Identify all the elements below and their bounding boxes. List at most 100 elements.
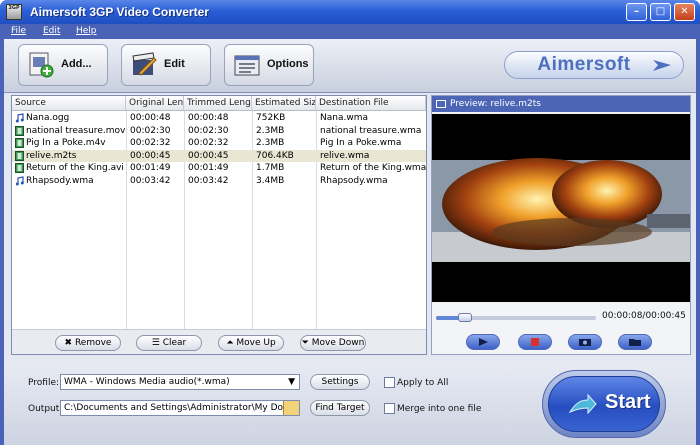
play-button[interactable] — [466, 334, 500, 350]
move-up-button[interactable]: ⏶ Move Up — [218, 335, 284, 351]
table-row[interactable]: Rhapsody.wma 00:03:42 00:03:42 3.4MB Rhapsod… — [12, 175, 426, 187]
video-frame — [432, 158, 690, 262]
apply-to-all-label: Apply to All — [397, 378, 449, 388]
video-screen[interactable] — [432, 114, 690, 302]
table-row[interactable]: Pig In a Poke.m4v 00:02:32 00:02:32 2.3MB Pi… — [12, 137, 426, 149]
merge-label: Merge into one file — [397, 404, 482, 414]
cell-original: 00:03:42 — [130, 175, 171, 186]
column-destination[interactable]: Destination File — [316, 96, 426, 111]
folder-icon — [283, 401, 299, 415]
cell-trimmed: 00:00:48 — [188, 113, 229, 123]
profile-select[interactable]: WMA - Windows Media audio(*.wma) ▼ — [60, 374, 300, 390]
close-button[interactable]: ✕ — [674, 3, 695, 21]
camera-icon — [436, 100, 446, 108]
video-file-icon — [15, 163, 24, 173]
column-estimated-size[interactable]: Estimated Size — [252, 96, 316, 111]
cell-original: 00:00:48 — [130, 113, 171, 123]
cell-size: 706.4KB — [256, 150, 294, 161]
merge-checkbox[interactable] — [384, 403, 395, 414]
cell-source: national treasure.mov — [26, 125, 126, 136]
audio-file-icon — [15, 113, 24, 123]
seek-thumb[interactable] — [457, 313, 472, 322]
output-path-field[interactable]: C:\Documents and Settings\Administrator\… — [60, 400, 300, 416]
video-file-icon — [15, 125, 24, 136]
remove-button[interactable]: ✖ Remove — [55, 335, 121, 351]
preview-title: Preview: relive.m2ts — [450, 99, 541, 109]
cell-original: 00:02:30 — [130, 125, 171, 136]
preview-panel: Preview: relive.m2ts 00:00:08/00:00:45 — [431, 95, 691, 355]
cell-dest: Return of the King.wma — [320, 163, 426, 173]
start-button[interactable]: Start — [548, 376, 660, 432]
folder-icon — [629, 339, 641, 346]
cell-source: relive.m2ts — [26, 150, 77, 161]
clear-button[interactable]: ☰ Clear — [136, 335, 202, 351]
table-row[interactable]: Nana.ogg 00:00:48 00:00:48 752KB Nana.wma — [12, 112, 426, 124]
seek-bar[interactable] — [436, 313, 596, 322]
cell-size: 2.3MB — [256, 138, 285, 148]
cell-trimmed: 00:01:49 — [188, 163, 229, 173]
toolbar: Add... Edit Options Aimersoft — [4, 39, 696, 93]
table-row[interactable]: relive.m2ts 00:00:45 00:00:45 706.4KB relive… — [12, 149, 426, 162]
chevron-down-icon: ▼ — [288, 377, 295, 387]
menu-edit[interactable]: Edit — [43, 26, 60, 36]
options-button-label: Options — [267, 58, 309, 70]
cell-trimmed: 00:02:32 — [188, 138, 229, 148]
minimize-button[interactable]: – — [626, 3, 647, 21]
cell-size: 1.7MB — [256, 163, 285, 173]
move-up-icon: ⏶ — [226, 338, 237, 348]
cell-trimmed: 00:00:45 — [188, 150, 229, 161]
column-source[interactable]: Source — [12, 96, 126, 111]
camera-icon — [579, 339, 591, 346]
start-label: Start — [605, 391, 651, 413]
play-icon — [479, 338, 488, 346]
add-button[interactable]: Add... — [18, 44, 108, 86]
remove-icon: ✖ — [64, 338, 75, 348]
file-list: Source Original Len... Trimmed Length Es… — [11, 95, 427, 355]
cell-dest: Rhapsody.wma — [320, 175, 388, 186]
cell-dest: Pig In a Poke.wma — [320, 138, 402, 148]
column-trimmed-length[interactable]: Trimmed Length — [184, 96, 252, 111]
edit-button[interactable]: Edit — [121, 44, 211, 86]
snapshot-button[interactable] — [568, 334, 602, 350]
settings-button[interactable]: Settings — [310, 374, 370, 390]
cell-original: 00:02:32 — [130, 138, 171, 148]
stop-icon — [531, 338, 539, 346]
move-down-button[interactable]: ⏷ Move Down — [300, 335, 366, 351]
options-button[interactable]: Options — [224, 44, 314, 86]
cell-size: 3.4MB — [256, 175, 285, 186]
brand-name: Aimersoft — [537, 54, 631, 75]
table-row[interactable]: national treasure.mov 00:02:30 00:02:30 2.3… — [12, 125, 426, 137]
main-area: Source Original Len... Trimmed Length Es… — [4, 93, 696, 361]
aimersoft-logo: Aimersoft — [504, 51, 684, 79]
app-window: 3GP Aimersoft 3GP Video Converter – □ ✕ … — [0, 0, 700, 445]
menu-bar: File Edit Help — [4, 25, 696, 39]
cell-dest: national treasure.wma — [320, 125, 422, 136]
stop-button[interactable] — [518, 334, 552, 350]
convert-arrow-icon — [568, 393, 597, 415]
move-up-label: Move Up — [236, 338, 276, 348]
preview-title-bar: Preview: relive.m2ts — [432, 96, 690, 112]
cell-source: Rhapsody.wma — [26, 175, 94, 186]
video-file-icon — [15, 138, 24, 148]
cell-original: 00:00:45 — [130, 150, 171, 161]
cell-dest: relive.wma — [320, 150, 370, 161]
options-icon — [234, 55, 260, 76]
menu-help[interactable]: Help — [76, 26, 97, 36]
clear-label: Clear — [162, 338, 187, 348]
column-original-length[interactable]: Original Len... — [126, 96, 184, 111]
find-target-button[interactable]: Find Target — [310, 400, 370, 416]
title-bar[interactable]: 3GP Aimersoft 3GP Video Converter – □ ✕ — [0, 0, 700, 24]
time-readout: 00:00:08/00:00:45 — [602, 311, 686, 321]
open-folder-button[interactable] — [618, 334, 652, 350]
cell-source: Pig In a Poke.m4v — [26, 138, 106, 148]
edit-button-label: Edit — [164, 58, 185, 70]
apply-to-all-checkbox[interactable] — [384, 377, 395, 388]
cell-size: 752KB — [256, 113, 286, 123]
output-panel: Profile: WMA - Windows Media audio(*.wma… — [4, 361, 696, 445]
move-down-label: Move Down — [311, 338, 365, 348]
cell-source: Return of the King.avi — [26, 163, 124, 173]
clapperboard-icon — [132, 52, 157, 76]
menu-file[interactable]: File — [11, 26, 26, 36]
table-row[interactable]: Return of the King.avi 00:01:49 00:01:49 1.… — [12, 162, 426, 174]
maximize-button[interactable]: □ — [650, 3, 671, 21]
